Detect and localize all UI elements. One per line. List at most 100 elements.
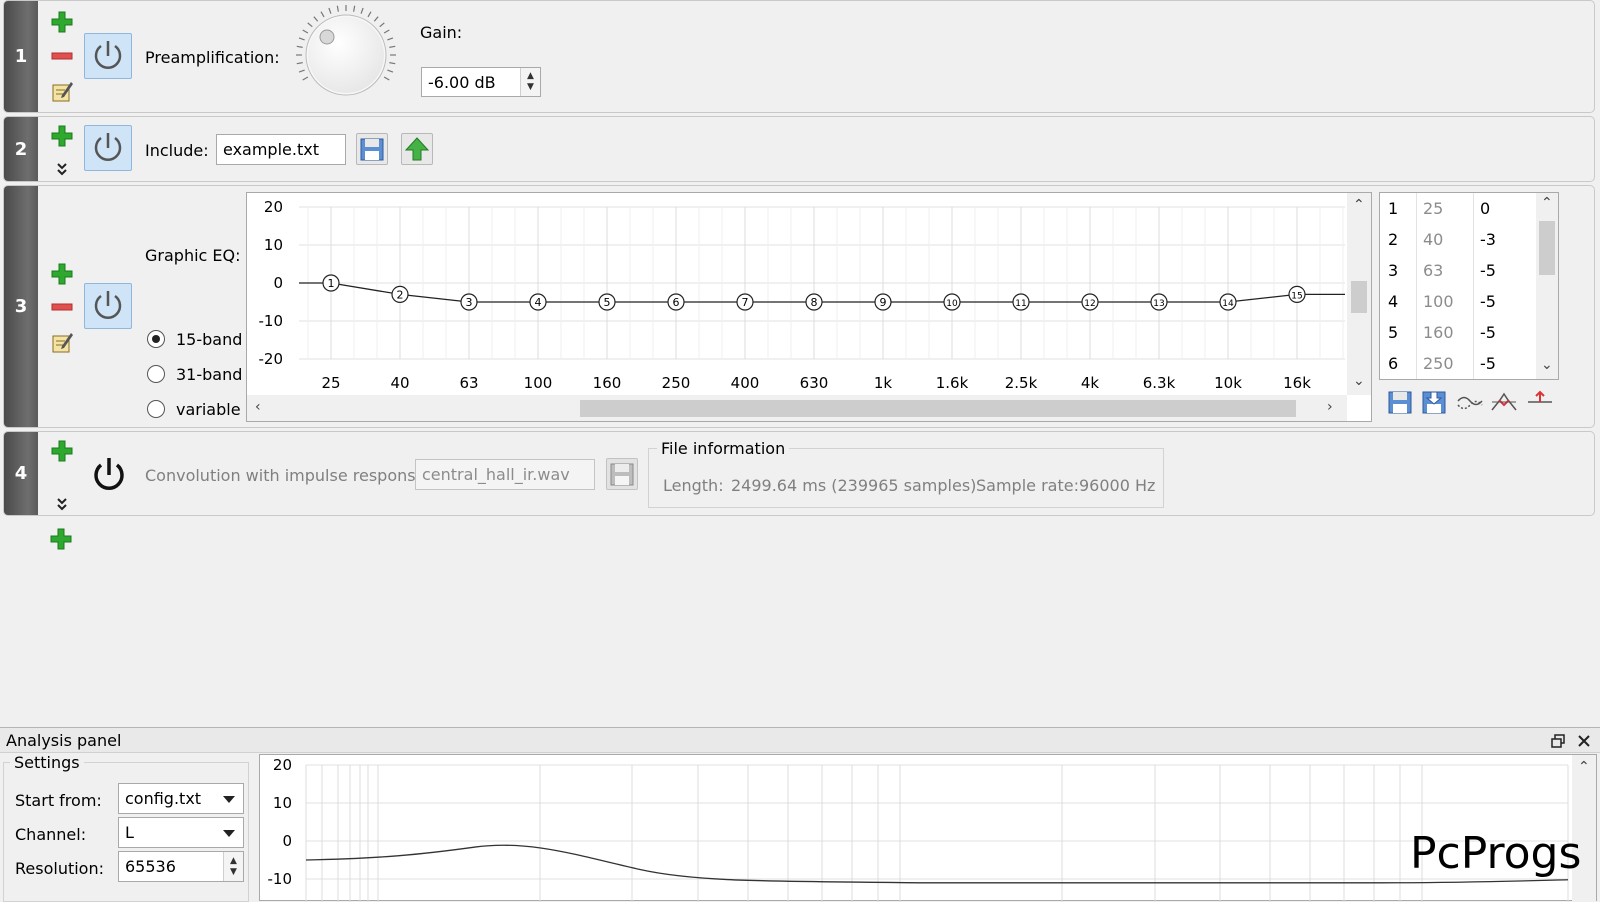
gain-spin-arrows[interactable]: ▲ ▼ bbox=[520, 68, 540, 96]
eq-chart[interactable]: 20100-10-2025 40 63 100 160 250 400 630 1k 1.6k 2.… bbox=[247, 193, 1347, 395]
knob-tick bbox=[383, 76, 390, 81]
file-information-title: File information bbox=[657, 439, 790, 458]
import-icon[interactable] bbox=[1420, 388, 1448, 416]
table-row[interactable]: 6 250 -5 bbox=[1380, 348, 1536, 379]
knob-tick bbox=[296, 45, 303, 48]
reset-icon[interactable] bbox=[1526, 388, 1554, 416]
scroll-down-arrow-icon[interactable]: ⌄ bbox=[1353, 373, 1365, 389]
hscroll-thumb[interactable] bbox=[580, 400, 1296, 417]
edit-icon[interactable] bbox=[50, 79, 74, 103]
float-window-icon[interactable] bbox=[1550, 733, 1566, 749]
include-label: Include: bbox=[145, 141, 209, 160]
y-tick-label: 10 bbox=[264, 236, 283, 254]
power-button[interactable] bbox=[84, 33, 132, 79]
table-vscroll-thumb[interactable] bbox=[1539, 221, 1555, 275]
plus-icon[interactable] bbox=[50, 10, 74, 34]
scroll-up-arrow-icon[interactable]: ⌃ bbox=[1353, 197, 1365, 213]
row-number: 4 bbox=[4, 432, 38, 515]
vscroll-thumb[interactable] bbox=[1351, 281, 1367, 313]
plus-icon[interactable] bbox=[50, 439, 74, 463]
band-index: 4 bbox=[1388, 292, 1399, 311]
normalize-icon[interactable] bbox=[1490, 388, 1518, 416]
gain-spinbox[interactable]: -6.00 dB ▲ ▼ bbox=[421, 67, 541, 97]
eq-horizontal-scrollbar[interactable]: ‹ › bbox=[247, 395, 1347, 421]
x-tick-label: 100 bbox=[524, 374, 553, 392]
radio-31-band[interactable] bbox=[147, 365, 165, 383]
minus-icon[interactable] bbox=[50, 44, 74, 68]
plus-icon[interactable] bbox=[50, 262, 74, 286]
channel-select[interactable]: L bbox=[118, 817, 244, 848]
x-tick-label: 160 bbox=[593, 374, 622, 392]
chevron-double-down-icon[interactable] bbox=[50, 161, 74, 179]
chevron-double-down-icon[interactable] bbox=[50, 496, 74, 514]
eq-vertical-scrollbar[interactable]: ⌃ ⌄ bbox=[1347, 193, 1371, 395]
power-button[interactable] bbox=[86, 451, 132, 497]
minus-icon[interactable] bbox=[50, 295, 74, 319]
band-index: 3 bbox=[1388, 261, 1399, 280]
power-button[interactable] bbox=[84, 283, 132, 329]
scroll-left-arrow-icon[interactable]: ‹ bbox=[255, 399, 261, 415]
table-row[interactable]: 2 40 -3 bbox=[1380, 224, 1536, 255]
band-frequency[interactable]: 100 bbox=[1416, 286, 1474, 317]
power-icon bbox=[94, 291, 122, 319]
band-gain[interactable]: -3 bbox=[1480, 230, 1496, 249]
band-frequency[interactable]: 40 bbox=[1416, 224, 1474, 255]
knob-tick bbox=[353, 5, 356, 12]
table-row[interactable]: 4 100 -5 bbox=[1380, 286, 1536, 317]
band-gain[interactable]: 0 bbox=[1480, 199, 1490, 218]
scroll-up-arrow-icon[interactable]: ⌃ bbox=[1578, 759, 1590, 775]
band-frequency[interactable]: 250 bbox=[1416, 348, 1474, 379]
radio-15-band[interactable] bbox=[147, 330, 165, 348]
edit-icon[interactable] bbox=[50, 330, 74, 354]
up-arrow-button[interactable] bbox=[401, 133, 433, 165]
close-icon[interactable] bbox=[1576, 733, 1592, 749]
x-tick-label: 630 bbox=[800, 374, 829, 392]
eq-band-point-label: 3 bbox=[466, 296, 473, 309]
band-frequency[interactable]: 25 bbox=[1416, 193, 1474, 224]
band-gain[interactable]: -5 bbox=[1480, 354, 1496, 373]
open-ir-file-button[interactable] bbox=[606, 458, 638, 490]
gain-knob[interactable] bbox=[294, 3, 398, 107]
scroll-up-arrow-icon[interactable]: ⌃ bbox=[1541, 195, 1553, 211]
resolution-spin-arrows[interactable]: ▲ ▼ bbox=[223, 852, 243, 881]
scroll-down-arrow-icon[interactable]: ⌄ bbox=[1541, 357, 1553, 373]
row-number: 3 bbox=[4, 186, 38, 427]
plus-icon[interactable] bbox=[50, 124, 74, 148]
band-frequency[interactable]: 160 bbox=[1416, 317, 1474, 348]
eq-band-point-label: 10 bbox=[946, 299, 958, 309]
band-gain[interactable]: -5 bbox=[1480, 323, 1496, 342]
gain-label: Gain: bbox=[420, 23, 463, 42]
frequency-response-curve bbox=[305, 844, 1569, 884]
table-vertical-scrollbar[interactable]: ⌃ ⌄ bbox=[1536, 193, 1558, 379]
sample-rate-value: 96000 Hz bbox=[1079, 476, 1156, 495]
band-gain[interactable]: -5 bbox=[1480, 292, 1496, 311]
eq-band-point-label: 6 bbox=[673, 296, 680, 309]
include-file-field[interactable]: example.txt bbox=[216, 134, 346, 165]
file-information-group: File information Length: 2499.64 ms (239… bbox=[648, 439, 1164, 508]
preamp-label: Preamplification: bbox=[145, 48, 280, 67]
radio-variable[interactable] bbox=[147, 400, 165, 418]
convolution-file-field[interactable]: central_hall_ir.wav bbox=[415, 459, 595, 490]
save-icon[interactable] bbox=[1386, 388, 1414, 416]
eq-band-point-label: 7 bbox=[742, 296, 749, 309]
analysis-panel: Analysis panel Settings Start from: conf… bbox=[0, 727, 1600, 902]
y-tick-label: -10 bbox=[259, 312, 284, 330]
start-from-select[interactable]: config.txt bbox=[118, 783, 244, 814]
resolution-spinbox[interactable]: 65536 ▲ ▼ bbox=[118, 851, 244, 882]
table-row[interactable]: 5 160 -5 bbox=[1380, 317, 1536, 348]
open-file-button[interactable] bbox=[356, 133, 388, 165]
band-gain[interactable]: -5 bbox=[1480, 261, 1496, 280]
invert-icon[interactable] bbox=[1456, 388, 1484, 416]
analysis-chart[interactable]: 20 10 0 -10 bbox=[260, 755, 1570, 902]
eq-chart-frame: 20 10 0 -10 -20 25 40 63 100 160 250 400 630 1k 1.6k 2.… bbox=[246, 192, 1372, 422]
scroll-right-arrow-icon[interactable]: › bbox=[1327, 399, 1333, 415]
floppy-disk-icon bbox=[610, 463, 634, 486]
band-index: 2 bbox=[1388, 230, 1399, 249]
power-button[interactable] bbox=[84, 125, 132, 171]
x-tick-label: 400 bbox=[731, 374, 760, 392]
band-frequency[interactable]: 63 bbox=[1416, 255, 1474, 286]
table-row[interactable]: 1 25 0 bbox=[1380, 193, 1536, 224]
analysis-chart-frame: 20 10 0 -10 ⌃ bbox=[259, 754, 1597, 902]
table-row[interactable]: 3 63 -5 bbox=[1380, 255, 1536, 286]
add-filter-plus-icon[interactable] bbox=[49, 527, 73, 551]
